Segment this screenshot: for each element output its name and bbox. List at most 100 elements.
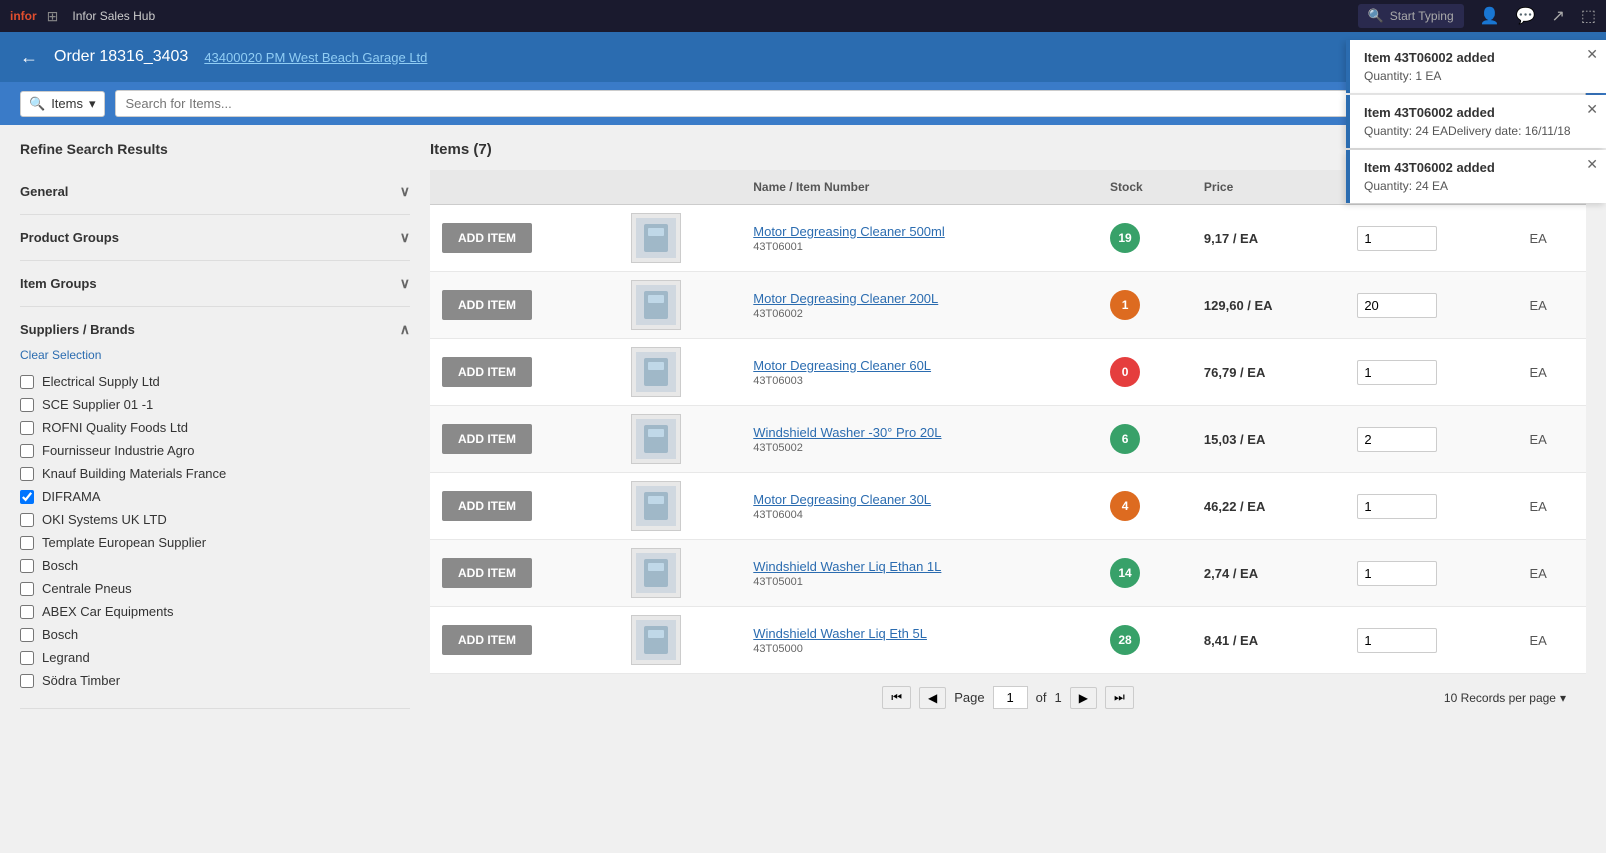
filter-product-groups-header[interactable]: Product Groups ∨ <box>20 227 410 248</box>
add-item-cell: ADD ITEM <box>430 540 619 607</box>
stock-badge: 1 <box>1110 290 1140 320</box>
supplier-checkbox[interactable] <box>20 513 34 527</box>
add-item-cell: ADD ITEM <box>430 406 619 473</box>
unit-text: EA <box>1530 499 1547 514</box>
product-name-link[interactable]: Motor Degreasing Cleaner 30L <box>753 492 1086 507</box>
product-number: 43T06003 <box>753 375 1086 387</box>
supplier-checkbox[interactable] <box>20 444 34 458</box>
product-name-cell: Motor Degreasing Cleaner 30L43T06004 <box>741 473 1098 540</box>
filter-general-header[interactable]: General ∨ <box>20 181 410 202</box>
supplier-checkbox[interactable] <box>20 582 34 596</box>
clear-selection-link[interactable]: Clear Selection <box>20 348 410 362</box>
add-item-button[interactable]: ADD ITEM <box>442 424 532 454</box>
product-name-link[interactable]: Windshield Washer Liq Eth 5L <box>753 626 1086 641</box>
product-thumbnail <box>631 280 681 330</box>
page-number-input[interactable] <box>993 686 1028 709</box>
supplier-item: Fournisseur Industrie Agro <box>20 439 410 462</box>
product-name-link[interactable]: Motor Degreasing Cleaner 60L <box>753 358 1086 373</box>
notification-close-button[interactable]: ✕ <box>1586 46 1598 63</box>
notifications-panel: ✕Item 43T06002 addedQuantity: 1 EA✕Item … <box>1346 40 1606 203</box>
quantity-input[interactable] <box>1357 360 1437 385</box>
supplier-item: DIFRAMA <box>20 485 410 508</box>
product-name-link[interactable]: Windshield Washer -30° Pro 20L <box>753 425 1086 440</box>
quantity-cell <box>1345 607 1517 674</box>
quantity-input[interactable] <box>1357 427 1437 452</box>
product-name-link[interactable]: Windshield Washer Liq Ethan 1L <box>753 559 1086 574</box>
topbar-search-label[interactable]: Start Typing <box>1390 9 1454 23</box>
records-per-page-dropdown[interactable]: 10 Records per page ▾ <box>1444 691 1566 705</box>
chevron-down-icon: ∨ <box>400 229 410 246</box>
of-label: of <box>1036 690 1047 705</box>
supplier-checkbox[interactable] <box>20 421 34 435</box>
product-image-cell <box>619 205 742 272</box>
last-page-button[interactable]: ⏭ <box>1105 686 1134 709</box>
stock-badge: 14 <box>1110 558 1140 588</box>
quantity-input[interactable] <box>1357 293 1437 318</box>
col-name: Name / Item Number <box>741 170 1098 205</box>
supplier-checkbox[interactable] <box>20 536 34 550</box>
add-item-button[interactable]: ADD ITEM <box>442 357 532 387</box>
add-item-button[interactable]: ADD ITEM <box>442 491 532 521</box>
supplier-checkbox[interactable] <box>20 375 34 389</box>
product-name-link[interactable]: Motor Degreasing Cleaner 200L <box>753 291 1086 306</box>
supplier-label: Electrical Supply Ltd <box>42 374 160 389</box>
product-image-cell <box>619 406 742 473</box>
stock-badge: 19 <box>1110 223 1140 253</box>
stock-cell: 19 <box>1098 205 1192 272</box>
unit-cell: EA <box>1518 339 1587 406</box>
search-icon: 🔍 <box>29 96 45 112</box>
supplier-checkbox[interactable] <box>20 628 34 642</box>
product-name-link[interactable]: Motor Degreasing Cleaner 500ml <box>753 224 1086 239</box>
filter-suppliers-brands-header[interactable]: Suppliers / Brands ∧ <box>20 319 410 340</box>
stock-badge: 4 <box>1110 491 1140 521</box>
next-page-button[interactable]: ▶ <box>1070 687 1097 709</box>
stock-cell: 0 <box>1098 339 1192 406</box>
user-icon[interactable]: 👤 <box>1480 6 1500 26</box>
supplier-checkbox[interactable] <box>20 467 34 481</box>
supplier-item: Bosch <box>20 623 410 646</box>
back-arrow-icon[interactable]: ← <box>20 47 38 68</box>
col-stock: Stock <box>1098 170 1192 205</box>
unit-cell: EA <box>1518 272 1587 339</box>
notification-close-button[interactable]: ✕ <box>1586 101 1598 118</box>
supplier-label: SCE Supplier 01 -1 <box>42 397 153 412</box>
quantity-input[interactable] <box>1357 494 1437 519</box>
grid-icon[interactable]: ⊞ <box>47 8 59 25</box>
table-row: ADD ITEMMotor Degreasing Cleaner 200L43T… <box>430 272 1586 339</box>
unit-cell: EA <box>1518 540 1587 607</box>
share-icon[interactable]: ↗ <box>1551 6 1564 26</box>
add-item-button[interactable]: ADD ITEM <box>442 625 532 655</box>
stock-badge: 0 <box>1110 357 1140 387</box>
chevron-down-icon: ▾ <box>1560 691 1566 705</box>
table-row: ADD ITEMWindshield Washer Liq Eth 5L43T0… <box>430 607 1586 674</box>
sidebar-title: Refine Search Results <box>20 141 410 157</box>
add-item-button[interactable]: ADD ITEM <box>442 290 532 320</box>
quantity-input[interactable] <box>1357 628 1437 653</box>
prev-page-button[interactable]: ◀ <box>919 687 946 709</box>
supplier-checkbox[interactable] <box>20 651 34 665</box>
filter-item-groups-header[interactable]: Item Groups ∨ <box>20 273 410 294</box>
notification-body: Quantity: 24 EA <box>1364 179 1592 193</box>
product-name-cell: Motor Degreasing Cleaner 60L 43T06003 <box>741 339 1098 406</box>
add-item-button[interactable]: ADD ITEM <box>442 558 532 588</box>
stock-cell: 1 <box>1098 272 1192 339</box>
first-page-button[interactable]: ⏮ <box>882 686 911 709</box>
supplier-item: OKI Systems UK LTD <box>20 508 410 531</box>
supplier-checkbox[interactable] <box>20 559 34 573</box>
notification-close-button[interactable]: ✕ <box>1586 156 1598 173</box>
customer-link[interactable]: 43400020 PM West Beach Garage Ltd <box>204 50 427 65</box>
profile-icon[interactable]: ⬚ <box>1581 6 1596 26</box>
search-filter-label: Items <box>51 96 83 111</box>
supplier-checkbox[interactable] <box>20 674 34 688</box>
quantity-cell <box>1345 272 1517 339</box>
supplier-checkbox[interactable] <box>20 398 34 412</box>
supplier-checkbox[interactable] <box>20 605 34 619</box>
chat-icon[interactable]: 💬 <box>1516 6 1536 26</box>
quantity-input[interactable] <box>1357 561 1437 586</box>
price-cell: 8,41 / EA <box>1192 607 1345 674</box>
add-item-button[interactable]: ADD ITEM <box>442 223 532 253</box>
quantity-input[interactable] <box>1357 226 1437 251</box>
unit-text: EA <box>1530 633 1547 648</box>
search-filter-dropdown[interactable]: 🔍 Items ▾ <box>20 91 105 117</box>
supplier-checkbox[interactable] <box>20 490 34 504</box>
